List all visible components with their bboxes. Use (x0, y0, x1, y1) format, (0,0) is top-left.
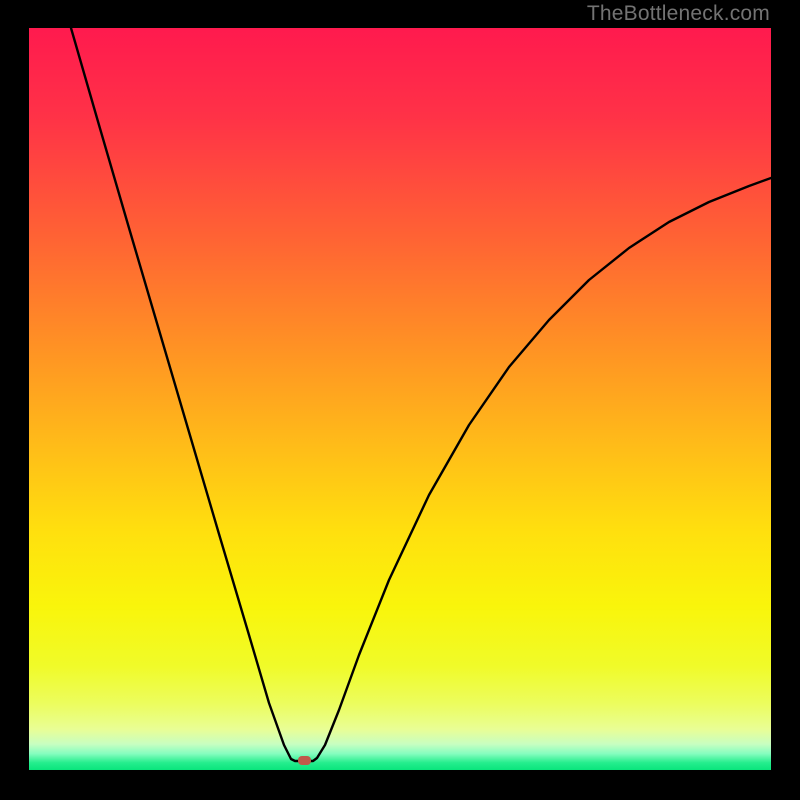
minimum-marker (298, 756, 311, 765)
plot-area (29, 28, 771, 770)
gradient-background (29, 28, 771, 770)
chart-frame: TheBottleneck.com (0, 0, 800, 800)
watermark-text: TheBottleneck.com (587, 2, 770, 26)
